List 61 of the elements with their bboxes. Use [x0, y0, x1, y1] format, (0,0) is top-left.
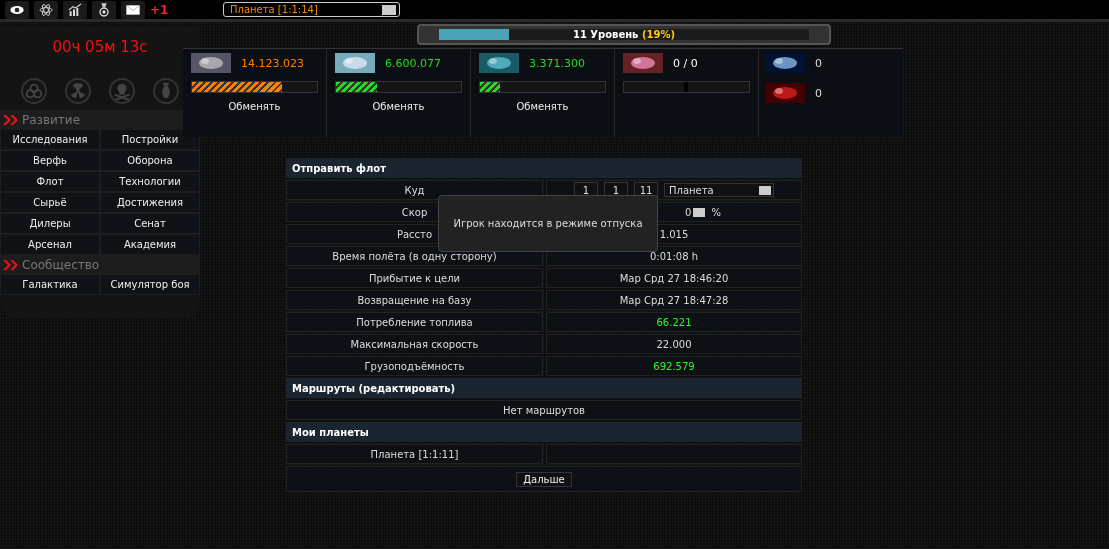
exchange-link[interactable]: Обменять: [516, 101, 569, 112]
menu-item[interactable]: Постройки: [100, 129, 200, 150]
chevron-icon: [2, 258, 18, 271]
row-value: Мар Срд 27 18:47:28: [546, 290, 802, 310]
section-title: Развитие: [22, 112, 80, 127]
menu-item[interactable]: Дилеры: [0, 213, 100, 234]
resource-amount: 6.600.077: [385, 56, 441, 70]
type-dropdown[interactable]: Планета: [664, 183, 774, 197]
mail-icon[interactable]: [121, 0, 145, 19]
percent-sign: %: [711, 206, 721, 218]
row-label: Потребление топлива: [286, 312, 543, 332]
planet-dropdown[interactable]: Планета [1:1:14]: [223, 2, 400, 17]
timer: 00ч 05м 13с: [51, 37, 149, 58]
notice-popup: Игрок находится в режиме отпуска: [438, 195, 658, 252]
resource-amount: 0: [815, 56, 822, 70]
menu-item[interactable]: Галактика: [0, 274, 100, 295]
menu-item[interactable]: Сырьё: [0, 192, 100, 213]
row-value: 22.000: [546, 334, 802, 354]
resource-amount: 3.371.300: [529, 56, 585, 70]
menu-item[interactable]: Исследования: [0, 129, 100, 150]
row-label: Грузоподъёмность: [286, 356, 543, 376]
menu-item[interactable]: Арсенал: [0, 234, 100, 255]
section-title: Сообщество: [22, 257, 100, 272]
row-label: Максимальная скорость: [286, 334, 543, 354]
eye-icon[interactable]: [5, 0, 29, 19]
menu-item[interactable]: Сенат: [100, 213, 200, 234]
row-value: 66.221: [546, 312, 802, 332]
exchange-link[interactable]: Обменять: [372, 101, 425, 112]
row-label: Прибытие к цели: [286, 268, 543, 288]
exchange-link[interactable]: Обменять: [228, 101, 281, 112]
next-button[interactable]: Дальше: [516, 471, 572, 487]
section-header: Мои планеты: [286, 422, 802, 442]
mail-count: +1: [150, 2, 170, 17]
chevron-icon: [2, 113, 18, 126]
planet-link[interactable]: Планета [1:1:11]: [286, 444, 543, 464]
section-header: Маршруты (редактировать): [286, 378, 802, 398]
resource-icon: [623, 53, 663, 73]
chart-icon[interactable]: [63, 0, 87, 19]
resource-icon: [765, 53, 805, 73]
resource-amount: 14.123.023: [241, 56, 304, 70]
menu-item[interactable]: Оборона: [100, 150, 200, 171]
menu-item[interactable]: Академия: [100, 234, 200, 255]
section-header: Отправить флот: [286, 158, 802, 178]
menu-item[interactable]: Достижения: [100, 192, 200, 213]
resource-icon: [191, 53, 231, 73]
menu-item[interactable]: Флот: [0, 171, 100, 192]
resource-amount: 0 / 0: [673, 56, 698, 70]
level-label: 11 Уровень (19%): [572, 29, 675, 40]
resource-icon: [479, 53, 519, 73]
menu-item[interactable]: Симулятор боя: [100, 274, 200, 295]
menu-item[interactable]: Верфь: [0, 150, 100, 171]
row-value: 692.579: [546, 356, 802, 376]
resource-amount: 0: [815, 86, 822, 100]
resource-icon: [335, 53, 375, 73]
row-label: Возвращение на базу: [286, 290, 543, 310]
atom-icon[interactable]: [34, 0, 58, 19]
resource-icon: [765, 83, 805, 103]
menu-item[interactable]: Технологии: [100, 171, 200, 192]
row-value: Мар Срд 27 18:46:20: [546, 268, 802, 288]
medal-icon[interactable]: [92, 0, 116, 19]
empty-message: Нет маршрутов: [286, 400, 802, 420]
